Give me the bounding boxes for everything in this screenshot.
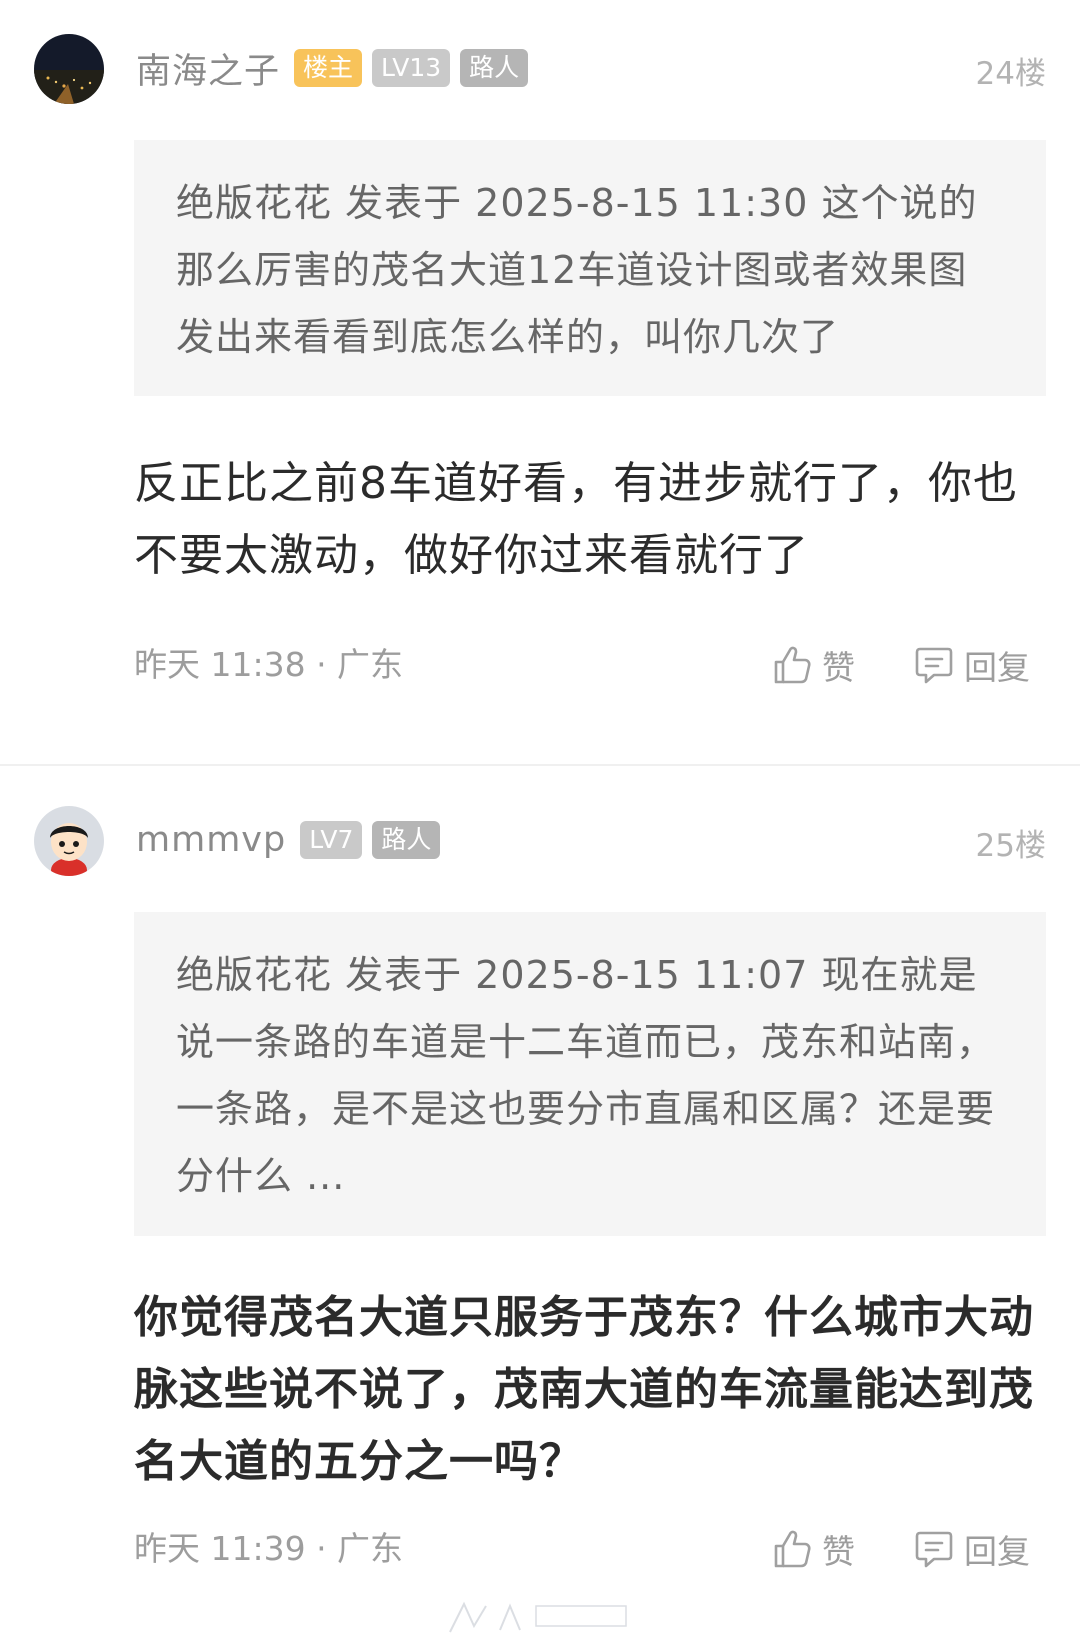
comment-body: 你觉得茂名大道只服务于茂东？什么城市大动脉这些说不说了，茂南大道的车流量能达到茂…	[134, 1292, 1034, 1487]
comment-footer: 昨天 11:38 · 广东 赞 回复	[134, 640, 1046, 690]
thumb-up-icon	[774, 646, 811, 684]
quote-text: 绝版花花 发表于 2025-8-15 11:07 现在就是说一条路的车道是十二车…	[176, 953, 996, 1198]
role-badge: 路人	[372, 821, 441, 859]
user-info-row: mmmvp LV7 路人	[136, 816, 441, 864]
like-label: 赞	[822, 648, 855, 687]
avatar[interactable]	[34, 806, 104, 876]
floor-number: 25楼	[975, 828, 1046, 864]
divider	[0, 764, 1080, 766]
reply-label: 回复	[964, 1532, 1030, 1571]
reply-label: 回复	[964, 648, 1030, 687]
comment-icon	[915, 647, 953, 684]
user-info-row: 南海之子 楼主 LV13 路人	[136, 43, 529, 94]
comment-icon	[915, 1531, 953, 1568]
username[interactable]: mmmvp	[136, 820, 286, 860]
level-badge: LV7	[300, 821, 363, 859]
username[interactable]: 南海之子	[136, 43, 280, 94]
like-button[interactable]: 赞	[772, 640, 855, 690]
host-badge: 楼主	[294, 49, 363, 87]
timestamp-location: 昨天 11:39 · 广东	[134, 1529, 404, 1568]
like-label: 赞	[822, 1532, 855, 1571]
like-button[interactable]: 赞	[772, 1524, 855, 1574]
comment-body: 反正比之前8车道好看，有进步就行了，你也不要太激动，做好你过来看就行了	[134, 458, 1018, 581]
timestamp-location: 昨天 11:38 · 广东	[134, 645, 404, 684]
avatar[interactable]	[34, 34, 104, 104]
role-badge: 路人	[460, 49, 529, 87]
avatar-cartoon-boy-image	[34, 806, 104, 876]
reply-button[interactable]: 回复	[914, 1524, 1030, 1574]
avatar-night-city-image	[34, 34, 104, 104]
watermark-logo	[440, 1596, 640, 1640]
comment-footer: 昨天 11:39 · 广东 赞 回复	[134, 1524, 1046, 1574]
reply-button[interactable]: 回复	[914, 640, 1030, 690]
quoted-reply[interactable]: 绝版花花 发表于 2025-8-15 11:07 现在就是说一条路的车道是十二车…	[134, 912, 1046, 1236]
watermark-icon	[449, 1601, 627, 1633]
quote-text: 绝版花花 发表于 2025-8-15 11:30 这个说的那么厉害的茂名大道12…	[176, 181, 978, 359]
floor-number: 24楼	[975, 56, 1046, 92]
level-badge: LV13	[372, 49, 451, 87]
quoted-reply[interactable]: 绝版花花 发表于 2025-8-15 11:30 这个说的那么厉害的茂名大道12…	[134, 140, 1046, 396]
thumb-up-icon	[774, 1530, 811, 1568]
